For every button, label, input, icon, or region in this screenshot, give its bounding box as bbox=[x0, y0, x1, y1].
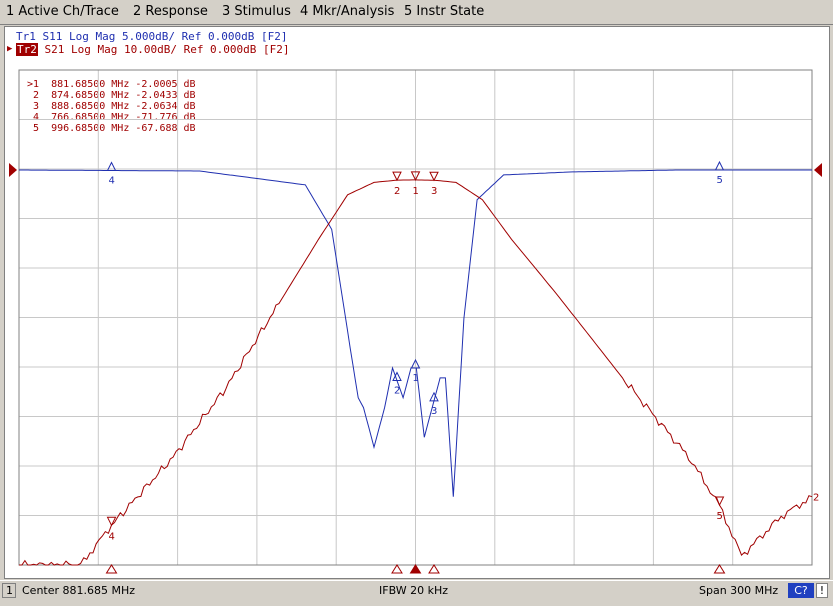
reference-left-icon bbox=[9, 163, 17, 177]
marker-2-icon bbox=[392, 171, 402, 182]
channel-number[interactable]: 1 bbox=[6, 584, 13, 597]
trace-plot[interactable]: 1 2 3 4 5 1 2 3 4 5 2 bbox=[0, 0, 833, 580]
marker-3-s11-label: 3 bbox=[431, 406, 437, 417]
marker-2-axis-icon bbox=[391, 564, 403, 574]
status-bar: 1 Center 881.685 MHz IFBW 20 kHz Span 30… bbox=[0, 580, 833, 606]
reference-right-icon bbox=[814, 163, 822, 177]
marker-4-s11-label: 4 bbox=[109, 176, 115, 187]
marker-3-axis-icon bbox=[428, 564, 440, 574]
marker-2-s11-label: 2 bbox=[394, 386, 400, 397]
marker-4-axis-icon bbox=[105, 564, 118, 574]
marker-1-s11-label: 1 bbox=[413, 373, 419, 384]
center-frequency[interactable]: Center 881.685 MHz bbox=[22, 584, 135, 597]
marker-4-label: 4 bbox=[109, 531, 115, 542]
span-setting[interactable]: Span 300 MHz bbox=[699, 584, 778, 597]
marker-5-axis-icon bbox=[713, 564, 726, 574]
trace2-end-label: 2 bbox=[813, 493, 819, 504]
ifbw-setting[interactable]: IFBW 20 kHz bbox=[379, 584, 448, 597]
marker-3-icon bbox=[429, 171, 439, 182]
marker-2-label: 2 bbox=[394, 186, 400, 197]
marker-1-label: 1 bbox=[413, 186, 419, 197]
marker-5-s11-label: 5 bbox=[716, 175, 722, 186]
marker-4-icon bbox=[106, 516, 117, 527]
alert-indicator[interactable]: ! bbox=[816, 583, 828, 598]
marker-1-axis-icon bbox=[409, 564, 422, 574]
marker-5-label: 5 bbox=[716, 511, 722, 522]
calibration-status[interactable]: C? bbox=[788, 583, 814, 598]
marker-3-label: 3 bbox=[431, 186, 437, 197]
